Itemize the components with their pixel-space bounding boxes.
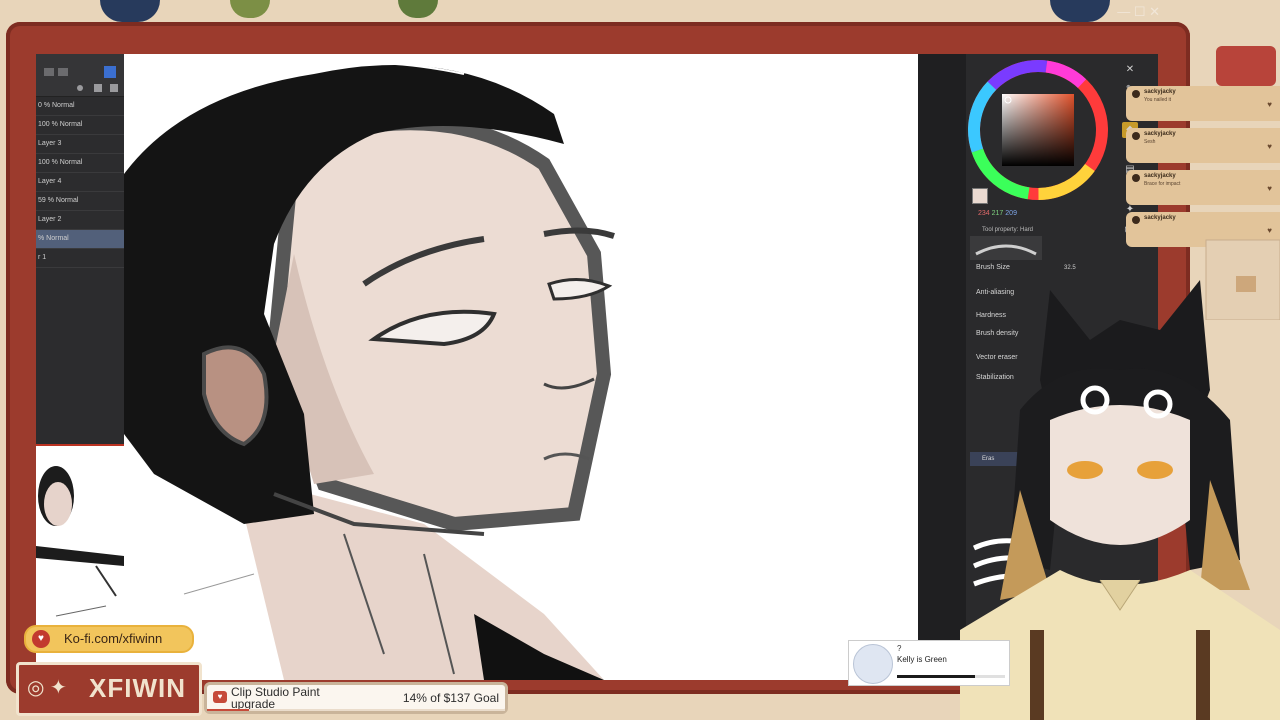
layer-row[interactable]: Layer 2 <box>36 211 124 230</box>
kofi-cup-icon: ♥ <box>32 630 50 648</box>
layer-row[interactable]: 100 % Normal <box>36 154 124 173</box>
kofi-banner[interactable]: ♥ Ko-fi.com/xfiwinn <box>24 625 194 653</box>
goal-icon: ♥ <box>213 691 227 703</box>
goal-name: Clip Studio Paint upgrade <box>231 685 320 711</box>
donation-goal: ♥ Clip Studio Paint upgrade 14% of $137 … <box>204 682 508 714</box>
red-value: 234 <box>978 210 990 217</box>
color-swatch[interactable] <box>972 188 988 204</box>
album-art <box>853 644 893 684</box>
instagram-icon: ◎ <box>27 677 45 699</box>
window-controls: — ☐ ✕ <box>1117 4 1160 20</box>
minimize-button[interactable]: — <box>1117 4 1130 19</box>
goal-progress <box>207 709 505 711</box>
chat-badge-icon <box>1132 216 1140 224</box>
layer-row[interactable]: Layer 4 <box>36 173 124 192</box>
rgb-readout: 234 217 209 <box>978 210 1017 217</box>
layer-row[interactable]: Layer 3 <box>36 135 124 154</box>
chat-badge-icon <box>1132 132 1140 140</box>
green-value: 217 <box>991 210 1004 217</box>
maximize-button[interactable]: ☐ <box>1134 4 1146 19</box>
goal-progress-fill <box>207 709 249 711</box>
layer-toolbar <box>36 54 124 97</box>
social-handle-panel: ◎ ✦ XFIWIN <box>16 662 202 716</box>
kofi-link[interactable]: Ko-fi.com/xfiwinn <box>64 631 162 646</box>
layer-row[interactable]: 59 % Normal <box>36 192 124 211</box>
layer-panel: 0 % Normal 100 % Normal Layer 3 100 % Norma… <box>36 54 124 444</box>
social-icons: ◎ ✦ <box>27 675 67 700</box>
goal-percent: 14% of $137 Goal <box>402 691 499 705</box>
blue-value: 209 <box>1005 210 1017 217</box>
drawing-canvas[interactable] <box>124 54 918 680</box>
layer-row[interactable]: r 1 <box>36 249 124 268</box>
song-title: Kelly is Green <box>897 655 947 664</box>
song-progress <box>897 675 1005 678</box>
brush-preview <box>970 236 1042 260</box>
layer-list: 0 % Normal 100 % Normal Layer 3 100 % Norma… <box>36 97 124 268</box>
artwork <box>124 61 615 680</box>
twitter-icon: ✦ <box>50 677 67 699</box>
chat-badge-icon <box>1132 174 1140 182</box>
close-button[interactable]: ✕ <box>1149 4 1160 19</box>
panel-gutter <box>918 54 966 680</box>
layer-row[interactable]: % Normal <box>36 230 124 249</box>
close-panel-icon[interactable]: ✕ <box>1122 62 1138 78</box>
chat-badge-icon <box>1132 90 1140 98</box>
now-playing-prefix: ? <box>897 644 902 653</box>
social-handle: XFIWIN <box>89 673 186 703</box>
tool-property-title: Tool property: Hard <box>982 227 1034 233</box>
layer-row[interactable]: 100 % Normal <box>36 116 124 135</box>
song-progress-fill <box>897 675 975 678</box>
color-wheel[interactable] <box>968 60 1118 212</box>
layer-row[interactable]: 0 % Normal <box>36 97 124 116</box>
now-playing-widget: ? Kelly is Green <box>848 640 1010 686</box>
